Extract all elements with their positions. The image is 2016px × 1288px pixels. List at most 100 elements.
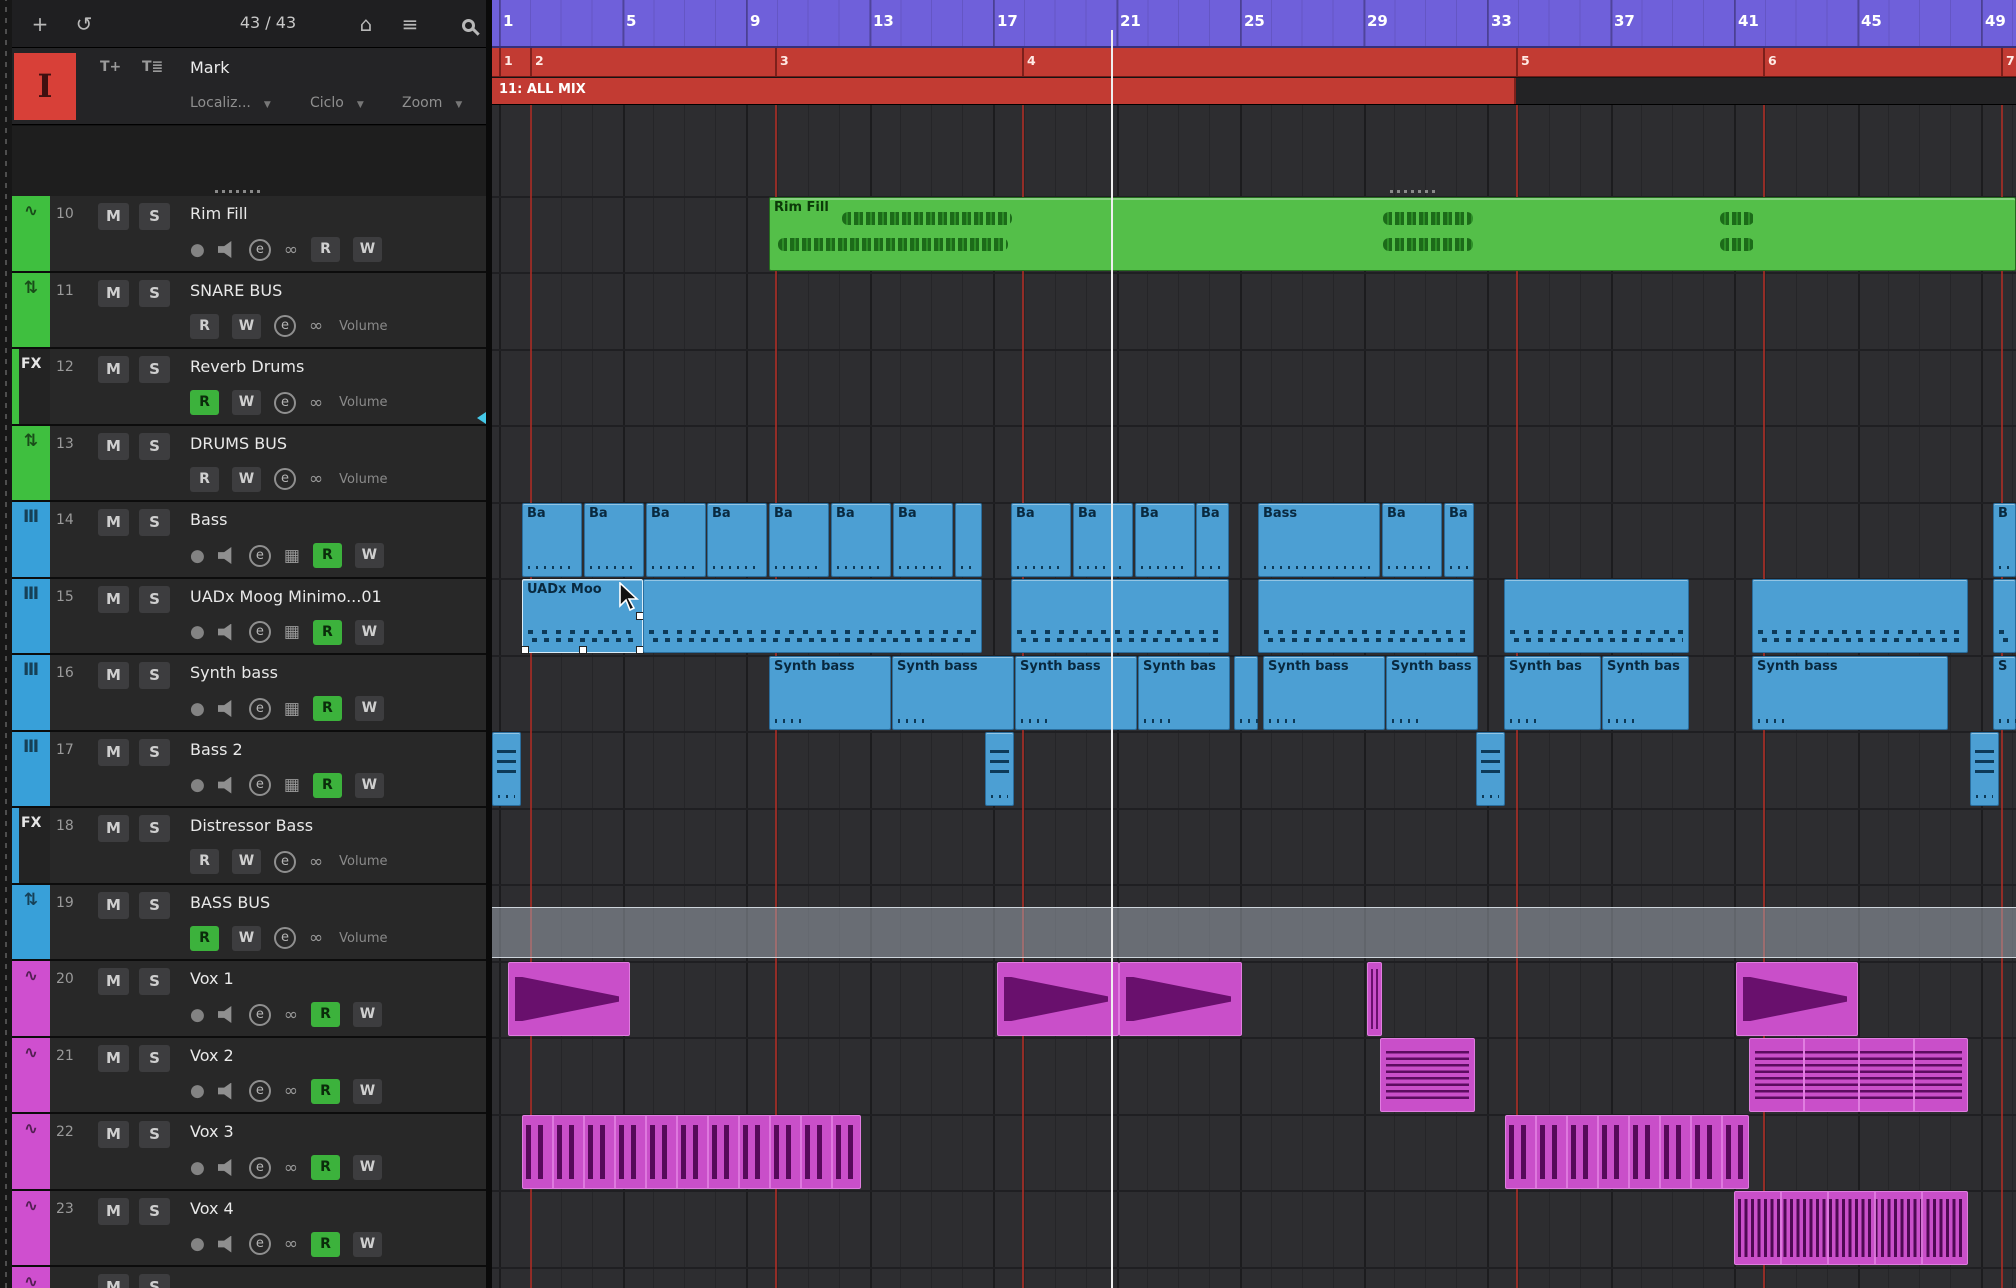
write-automation-button[interactable]: W: [232, 925, 261, 951]
locators-dropdown[interactable]: Localiz... ▼: [190, 95, 271, 111]
midi-clip[interactable]: Synth bas: [1138, 656, 1230, 730]
write-automation-button[interactable]: W: [354, 619, 384, 645]
write-automation-button[interactable]: W: [232, 466, 261, 492]
midi-clip[interactable]: Bass: [1258, 503, 1380, 577]
midi-clip[interactable]: [1752, 579, 1968, 653]
write-automation-button[interactable]: W: [354, 772, 384, 798]
read-automation-button[interactable]: R: [312, 619, 342, 645]
midi-clip[interactable]: Ba: [893, 503, 953, 577]
edit-channel-icon[interactable]: e: [274, 315, 296, 337]
solo-button[interactable]: S: [139, 279, 170, 307]
link-icon[interactable]: ∞: [284, 1079, 298, 1103]
search-icon[interactable]: [452, 8, 484, 40]
read-automation-button[interactable]: R: [312, 696, 342, 721]
track-row[interactable]: FX 18 M S Distressor Bass R We ∞ Volume: [12, 808, 486, 885]
mute-button[interactable]: M: [98, 1044, 129, 1072]
track-row[interactable]: Ⅲ 14 M S Bass ● e ▦ R W: [12, 502, 486, 579]
track-row[interactable]: ∿ 20 M S Vox 1 ● e ∞ R W: [12, 961, 486, 1038]
solo-button[interactable]: S: [139, 1121, 170, 1148]
audio-clip[interactable]: [1119, 962, 1242, 1036]
track-row[interactable]: ⇅ 19 M S BASS BUS R We ∞ Volume: [12, 884, 486, 961]
solo-button[interactable]: S: [139, 1044, 170, 1072]
midi-clip[interactable]: [985, 732, 1014, 806]
audio-clip[interactable]: [1736, 962, 1858, 1036]
arrange-area[interactable]: Rim Fill Ba Ba Ba Ba Ba Ba Ba Ba Ba Ba Ba Bass Ba Ba B U…: [492, 0, 2016, 1288]
read-automation-button[interactable]: R: [190, 925, 219, 951]
midi-clip[interactable]: [1234, 656, 1270, 730]
monitor-icon[interactable]: [217, 1159, 232, 1176]
read-automation-button[interactable]: R: [190, 849, 219, 874]
mute-button[interactable]: M: [98, 815, 129, 842]
mute-button[interactable]: M: [98, 1274, 129, 1288]
read-automation-button[interactable]: R: [311, 1002, 341, 1027]
write-automation-button[interactable]: W: [354, 696, 384, 721]
write-automation-button[interactable]: W: [353, 237, 383, 262]
edit-channel-icon[interactable]: e: [248, 1156, 271, 1179]
monitor-icon[interactable]: [217, 623, 232, 641]
midi-clip[interactable]: [1993, 579, 2016, 653]
track-row[interactable]: Ⅲ 16 M S Synth bass ● e ▦ R W: [12, 655, 486, 732]
solo-button[interactable]: S: [139, 509, 170, 536]
monitor-icon[interactable]: [217, 1082, 232, 1100]
midi-clip[interactable]: Ba: [1444, 503, 1474, 577]
track-row[interactable]: ∿ 10 M S Rim Fill ● e ∞ R W: [12, 196, 486, 273]
write-automation-button[interactable]: W: [232, 390, 261, 415]
midi-clip[interactable]: Ba: [769, 503, 829, 577]
midi-clip[interactable]: [955, 503, 982, 577]
monitor-icon[interactable]: [217, 1235, 232, 1253]
audio-clip[interactable]: Rim Fill: [769, 197, 2016, 271]
midi-clip[interactable]: Synth bas: [1504, 656, 1601, 730]
record-arm-icon[interactable]: ●: [190, 1079, 205, 1103]
mute-button[interactable]: M: [98, 356, 129, 383]
midi-clip[interactable]: [1476, 732, 1505, 806]
link-icon[interactable]: ∞: [309, 467, 323, 491]
write-automation-button[interactable]: W: [232, 313, 261, 339]
record-arm-icon[interactable]: ●: [190, 238, 205, 262]
track-row[interactable]: ⇅ 13 M S DRUMS BUS R We ∞ Volume: [12, 425, 486, 502]
midi-clip[interactable]: Ba: [584, 503, 644, 577]
read-automation-button[interactable]: R: [190, 313, 219, 339]
link-icon[interactable]: ∞: [284, 1232, 298, 1256]
midi-clip[interactable]: Ba: [1382, 503, 1442, 577]
midi-clip[interactable]: Ba: [522, 503, 582, 577]
midi-clip[interactable]: [1504, 579, 1689, 653]
solo-button[interactable]: S: [139, 1274, 170, 1288]
solo-button[interactable]: S: [139, 203, 170, 230]
mute-button[interactable]: M: [98, 662, 129, 689]
cycle-dropdown[interactable]: Ciclo ▼: [310, 95, 364, 111]
midi-clip[interactable]: Synth bass: [1263, 656, 1385, 730]
midi-clip[interactable]: Synth bas: [1602, 656, 1689, 730]
add-cycle-marker-icon[interactable]: T≣: [142, 59, 163, 75]
audio-clip[interactable]: [1734, 1191, 1968, 1265]
link-icon[interactable]: ∞: [309, 314, 323, 338]
edit-channel-icon[interactable]: e: [274, 927, 296, 949]
write-automation-button[interactable]: W: [353, 1078, 383, 1104]
link-icon[interactable]: ∞: [309, 926, 323, 950]
midi-clip[interactable]: [1011, 579, 1229, 653]
write-automation-button[interactable]: W: [353, 1231, 383, 1257]
record-arm-icon[interactable]: ●: [190, 544, 205, 568]
edit-channel-icon[interactable]: e: [248, 774, 271, 796]
read-automation-button[interactable]: R: [190, 390, 219, 415]
write-automation-button[interactable]: W: [353, 1002, 383, 1027]
edit-channel-icon[interactable]: e: [274, 850, 296, 873]
mute-button[interactable]: M: [98, 509, 129, 536]
record-arm-icon[interactable]: ●: [190, 697, 205, 721]
mute-button[interactable]: M: [98, 432, 129, 460]
link-icon[interactable]: ∞: [309, 850, 323, 874]
track-row[interactable]: ∿ 23 M S Vox 4 ● e ∞ R W: [12, 1190, 486, 1267]
clip-handle[interactable]: [578, 646, 587, 654]
read-automation-button[interactable]: R: [311, 237, 341, 262]
track-list-icon[interactable]: ≡: [394, 8, 426, 40]
link-icon[interactable]: ∞: [309, 391, 323, 415]
instrument-icon[interactable]: ▦: [284, 697, 300, 721]
track-row[interactable]: ∿ 22 M S Vox 3 ● e ∞ R W: [12, 1114, 486, 1191]
solo-button[interactable]: S: [139, 815, 170, 842]
record-arm-icon[interactable]: ●: [190, 1232, 205, 1256]
mute-button[interactable]: M: [98, 279, 129, 307]
marker-track-color-box[interactable]: I: [14, 53, 76, 120]
write-automation-button[interactable]: W: [354, 543, 384, 568]
read-automation-button[interactable]: R: [190, 466, 219, 492]
project-window-icon[interactable]: ⌂: [350, 8, 382, 40]
midi-clip[interactable]: Synth bass: [1386, 656, 1478, 730]
